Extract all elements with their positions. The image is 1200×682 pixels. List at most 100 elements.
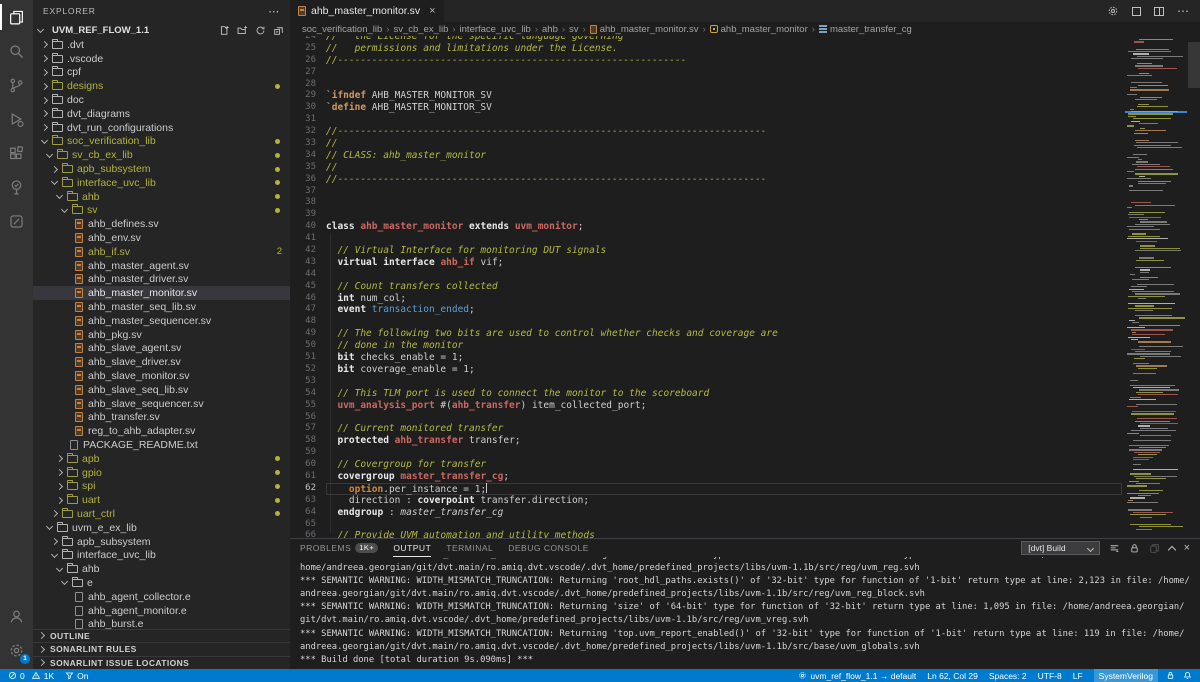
- tree-item-PACKAGE_README.txt[interactable]: PACKAGE_README.txt: [33, 438, 290, 452]
- tree-item-ahb_defines.sv[interactable]: ahb_defines.sv: [33, 217, 290, 231]
- tree-item-ahb_slave_seq_lib.sv[interactable]: ahb_slave_seq_lib.sv: [33, 383, 290, 397]
- code-line-49[interactable]: 49 // The following two bits are used to…: [290, 328, 1200, 340]
- account-icon[interactable]: [0, 599, 33, 633]
- code-line-30[interactable]: 30`define AHB_MASTER_MONITOR_SV: [290, 102, 1200, 114]
- panel-tab-terminal[interactable]: TERMINAL: [446, 539, 493, 557]
- tree-item-.vscode[interactable]: .vscode: [33, 52, 290, 66]
- tree-item-ahb_master_agent.sv[interactable]: ahb_master_agent.sv: [33, 259, 290, 273]
- minimap[interactable]: [1125, 36, 1187, 538]
- code-line-45[interactable]: 45 // Count transfers collected: [290, 281, 1200, 293]
- tree-item-dvt_run_configurations[interactable]: dvt_run_configurations: [33, 121, 290, 135]
- code-line-56[interactable]: 56: [290, 412, 1200, 424]
- code-line-51[interactable]: 51 bit checks_enable = 1;: [290, 352, 1200, 364]
- tab-ahb-master-monitor[interactable]: ahb_master_monitor.sv ×: [290, 0, 444, 22]
- tree-item-reg_to_ahb_adapter.sv[interactable]: reg_to_ahb_adapter.sv: [33, 424, 290, 438]
- tree-item-gpio[interactable]: gpio: [33, 466, 290, 480]
- code-line-65[interactable]: 65: [290, 519, 1200, 531]
- code-line-50[interactable]: 50 // done in the monitor: [290, 340, 1200, 352]
- output-console[interactable]: *** SEMANTIC WARNING: WIDTH_MISMATCH_TRU…: [290, 557, 1200, 669]
- tree-item-dvt_diagrams[interactable]: dvt_diagrams: [33, 107, 290, 121]
- verification-tree-icon[interactable]: [0, 170, 33, 204]
- tree-item-soc_verification_lib[interactable]: soc_verification_lib: [33, 135, 290, 149]
- tree-item-ahb_master_monitor.sv[interactable]: ahb_master_monitor.sv: [33, 286, 290, 300]
- split-editor-icon[interactable]: [1154, 7, 1164, 16]
- views-more-actions-icon[interactable]: ⋯: [268, 5, 280, 18]
- more-actions-icon[interactable]: ⋯: [1177, 4, 1190, 18]
- code-line-63[interactable]: 63 direction : coverpoint transfer.direc…: [290, 495, 1200, 507]
- code-line-43[interactable]: 43 virtual interface ahb_if vif;: [290, 257, 1200, 269]
- trace-edit-icon[interactable]: [0, 204, 33, 238]
- tree-item-sv[interactable]: sv: [33, 204, 290, 218]
- output-channel-dropdown[interactable]: [dvt] Build: [1021, 541, 1099, 555]
- code-line-40[interactable]: 40class ahb_master_monitor extends uvm_m…: [290, 221, 1200, 233]
- code-line-59[interactable]: 59: [290, 447, 1200, 459]
- tree-item-apb_subsystem[interactable]: apb_subsystem: [33, 535, 290, 549]
- tree-item-ahb_master_driver.sv[interactable]: ahb_master_driver.sv: [33, 273, 290, 287]
- code-line-24[interactable]: 24// the License for the specific langua…: [290, 36, 1200, 43]
- panel-tab-problems[interactable]: PROBLEMS1K+: [300, 539, 378, 557]
- tree-item-uvm_e_ex_lib[interactable]: uvm_e_ex_lib: [33, 521, 290, 535]
- tree-item-ahb_agent_collector.e[interactable]: ahb_agent_collector.e: [33, 590, 290, 604]
- notifications-bell-icon[interactable]: [1183, 671, 1192, 680]
- code-line-55[interactable]: 55 uvm_analysis_port #(ahb_transfer) ite…: [290, 400, 1200, 412]
- code-line-48[interactable]: 48: [290, 316, 1200, 328]
- editor-scrollbar[interactable]: [1188, 42, 1200, 88]
- code-line-39[interactable]: 39: [290, 209, 1200, 221]
- breadcrumb-item-master_transfer_cg[interactable]: master_transfer_cg: [819, 24, 912, 35]
- code-line-47[interactable]: 47 event transaction_ended;: [290, 304, 1200, 316]
- problems-status[interactable]: 0 1K: [8, 671, 54, 681]
- run-debug-icon[interactable]: [0, 102, 33, 136]
- open-changes-icon[interactable]: [1132, 7, 1141, 16]
- code-line-31[interactable]: 31: [290, 114, 1200, 126]
- code-line-37[interactable]: 37: [290, 186, 1200, 198]
- code-line-42[interactable]: 42 // Virtual Interface for monitoring D…: [290, 245, 1200, 257]
- code-line-61[interactable]: 61 covergroup master_transfer_cg;: [290, 471, 1200, 483]
- code-line-26[interactable]: 26//------------------------------------…: [290, 55, 1200, 67]
- panel-tab-debug-console[interactable]: DEBUG CONSOLE: [508, 539, 589, 557]
- code-line-32[interactable]: 32//------------------------------------…: [290, 126, 1200, 138]
- tree-item-ahb[interactable]: ahb: [33, 562, 290, 576]
- code-line-44[interactable]: 44: [290, 269, 1200, 281]
- new-folder-icon[interactable]: [237, 25, 248, 36]
- code-line-66[interactable]: 66 // Provide UVM automation and utility…: [290, 530, 1200, 538]
- code-line-34[interactable]: 34// CLASS: ahb_master_monitor: [290, 150, 1200, 162]
- tree-item-ahb_pkg.sv[interactable]: ahb_pkg.sv: [33, 328, 290, 342]
- breadcrumb-item-interface_uvc_lib[interactable]: interface_uvc_lib: [460, 24, 531, 35]
- code-line-64[interactable]: 64 endgroup : master_transfer_cg: [290, 507, 1200, 519]
- tree-item-ahb_if.sv[interactable]: ahb_if.sv2: [33, 245, 290, 259]
- eol-status[interactable]: LF: [1073, 671, 1083, 681]
- code-line-41[interactable]: 41: [290, 233, 1200, 245]
- code-line-33[interactable]: 33//: [290, 138, 1200, 150]
- tree-item-interface_uvc_lib[interactable]: interface_uvc_lib: [33, 176, 290, 190]
- breadcrumb-item-ahb_master_monitor[interactable]: ahb_master_monitor: [710, 24, 808, 35]
- tree-item-apb_subsystem[interactable]: apb_subsystem: [33, 162, 290, 176]
- encoding-status[interactable]: UTF-8: [1038, 671, 1062, 681]
- tree-item-ahb_slave_driver.sv[interactable]: ahb_slave_driver.sv: [33, 355, 290, 369]
- sidebar-section-sonarlint-issue-locations[interactable]: SONARLINT ISSUE LOCATIONS: [33, 656, 290, 670]
- code-line-54[interactable]: 54 // This TLM port is used to connect t…: [290, 388, 1200, 400]
- tree-item-interface_uvc_lib[interactable]: interface_uvc_lib: [33, 548, 290, 562]
- auto-scroll-lock-icon[interactable]: [1129, 543, 1140, 554]
- tree-item-ahb_agent_monitor.e[interactable]: ahb_agent_monitor.e: [33, 604, 290, 618]
- code-line-38[interactable]: 38: [290, 197, 1200, 209]
- code-line-46[interactable]: 46 int num_col;: [290, 293, 1200, 305]
- explorer-icon[interactable]: [0, 0, 33, 34]
- panel-tab-output[interactable]: OUTPUT: [393, 539, 431, 557]
- code-line-28[interactable]: 28: [290, 79, 1200, 91]
- code-line-25[interactable]: 25// permissions and limitations under t…: [290, 43, 1200, 55]
- clear-output-icon[interactable]: [1149, 543, 1160, 554]
- breadcrumb-item-ahb[interactable]: ahb: [542, 24, 558, 35]
- breadcrumb-item-sv[interactable]: sv: [569, 24, 579, 35]
- tree-item-ahb_slave_sequencer.sv[interactable]: ahb_slave_sequencer.sv: [33, 397, 290, 411]
- cursor-position[interactable]: Ln 62, Col 29: [927, 671, 978, 681]
- refresh-explorer-icon[interactable]: [255, 25, 266, 36]
- code-editor[interactable]: 24// the License for the specific langua…: [290, 36, 1200, 538]
- tree-item-uart_ctrl[interactable]: uart_ctrl: [33, 507, 290, 521]
- tree-item-ahb_master_seq_lib.sv[interactable]: ahb_master_seq_lib.sv: [33, 300, 290, 314]
- editor-settings-icon[interactable]: [1107, 5, 1119, 17]
- tree-item-apb[interactable]: apb: [33, 452, 290, 466]
- close-panel-icon[interactable]: ×: [1184, 542, 1190, 554]
- tree-item-doc[interactable]: doc: [33, 93, 290, 107]
- lock-status-icon[interactable]: [1166, 671, 1175, 680]
- code-line-58[interactable]: 58 protected ahb_transfer transfer;: [290, 435, 1200, 447]
